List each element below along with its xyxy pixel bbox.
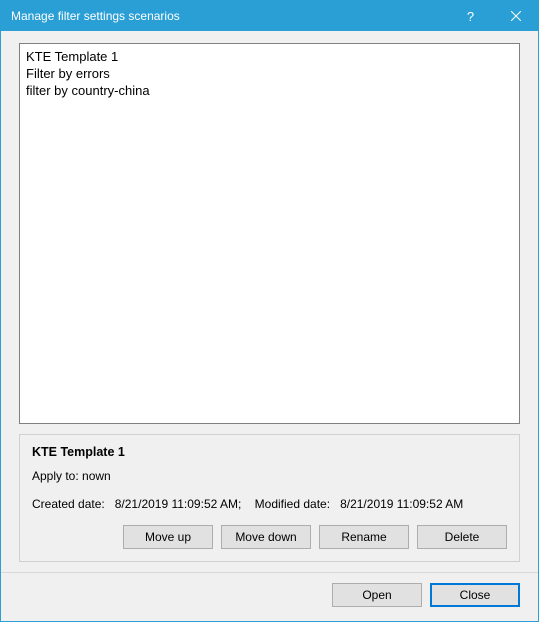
scenarios-listbox[interactable]: KTE Template 1 Filter by errors filter b… <box>19 43 520 424</box>
details-panel: KTE Template 1 Apply to: nown Created da… <box>19 434 520 562</box>
move-down-button[interactable]: Move down <box>221 525 311 549</box>
help-icon: ? <box>467 9 474 24</box>
rename-button[interactable]: Rename <box>319 525 409 549</box>
titlebar: Manage filter settings scenarios ? <box>1 1 538 31</box>
details-apply-to: Apply to: nown <box>32 469 507 483</box>
details-dates: Created date: 8/21/2019 11:09:52 AM; Mod… <box>32 497 507 511</box>
dialog-window: Manage filter settings scenarios ? KTE T… <box>0 0 539 622</box>
apply-to-label: Apply to: <box>32 469 79 483</box>
list-item[interactable]: Filter by errors <box>26 65 513 82</box>
details-title: KTE Template 1 <box>32 445 507 459</box>
content-area: KTE Template 1 Filter by errors filter b… <box>1 31 538 572</box>
apply-to-value: nown <box>82 469 111 483</box>
footer: Open Close <box>1 572 538 621</box>
list-item[interactable]: filter by country-china <box>26 82 513 99</box>
close-window-button[interactable] <box>493 1 538 31</box>
list-item[interactable]: KTE Template 1 <box>26 48 513 65</box>
modified-date-value: 8/21/2019 11:09:52 AM <box>340 497 463 511</box>
created-date-value: 8/21/2019 11:09:52 AM; <box>115 497 242 511</box>
help-button[interactable]: ? <box>448 1 493 31</box>
close-icon <box>511 11 521 21</box>
created-date-label: Created date: <box>32 497 105 511</box>
delete-button[interactable]: Delete <box>417 525 507 549</box>
move-up-button[interactable]: Move up <box>123 525 213 549</box>
modified-date-label: Modified date: <box>255 497 330 511</box>
open-button[interactable]: Open <box>332 583 422 607</box>
window-title: Manage filter settings scenarios <box>1 9 448 23</box>
close-button[interactable]: Close <box>430 583 520 607</box>
details-button-row: Move up Move down Rename Delete <box>32 525 507 549</box>
